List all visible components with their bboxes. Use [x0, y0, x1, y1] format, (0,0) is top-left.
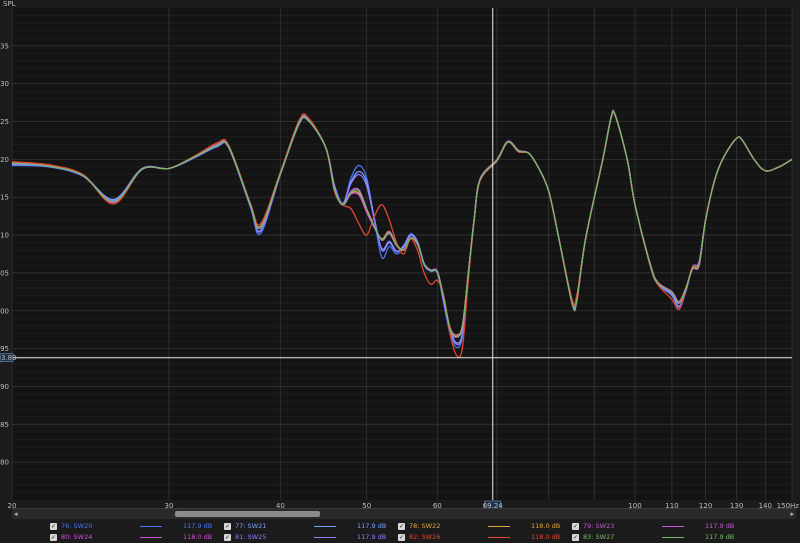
legend-level-value: 118.0 dB	[183, 533, 213, 541]
legend-checkbox[interactable]: ✓	[572, 523, 579, 530]
legend-item[interactable]: ✓ 82: SW26 118.0 dB	[398, 533, 570, 542]
legend-level-value: 117.9 dB	[705, 522, 735, 530]
horizontal-scrollbar[interactable]: ◂ ▸	[12, 508, 796, 519]
legend-item[interactable]: ✓ 76: SW20 117.9 dB	[50, 522, 222, 531]
legend-item[interactable]: ✓ 80: SW24 118.0 dB	[50, 533, 222, 542]
legend-color-swatch	[140, 537, 162, 538]
y-tick-label: 125	[0, 118, 9, 126]
legend-item[interactable]: ✓ 83: SW27 117.9 dB	[572, 533, 744, 542]
y-tick-labels: 80 85 90 95 100 105 110 115 120 125 130 135	[0, 42, 9, 466]
y-tick-label: 110	[0, 232, 9, 240]
legend-checkbox[interactable]: ✓	[50, 523, 57, 530]
y-tick-label: 90	[0, 383, 9, 391]
legend-series-name: 79: SW23	[583, 522, 615, 530]
legend-color-swatch	[314, 537, 336, 538]
legend-level-value: 117.9 dB	[183, 522, 213, 530]
legend-series-name: 80: SW24	[61, 533, 93, 541]
plot-background	[12, 8, 792, 500]
legend-item[interactable]: ✓ 78: SW22 118.0 dB	[398, 522, 570, 531]
legend-series-name: 83: SW27	[583, 533, 615, 541]
y-tick-label: 85	[0, 421, 9, 429]
y-tick-label: 100	[0, 307, 9, 315]
legend-level-value: 117.9 dB	[357, 533, 387, 541]
series-legend: ✓ 76: SW20 117.9 dB ✓ 77: SW21 117.9 dB ✓ 78: S…	[50, 522, 796, 542]
legend-series-name: 81: SW25	[235, 533, 267, 541]
legend-checkbox[interactable]: ✓	[398, 534, 405, 541]
legend-level-value: 118.0 dB	[531, 522, 561, 530]
y-tick-label: 135	[0, 42, 9, 50]
legend-series-name: 78: SW22	[409, 522, 441, 530]
legend-series-name: 76: SW20	[61, 522, 93, 530]
cursor-y-readout: 93.80	[0, 354, 17, 362]
spl-chart: 80859095100105110115120125130135 2030405…	[0, 0, 799, 511]
scroll-thumb[interactable]	[175, 511, 320, 517]
legend-color-swatch	[488, 537, 510, 538]
y-tick-label: 115	[0, 194, 9, 202]
legend-checkbox[interactable]: ✓	[50, 534, 57, 541]
legend-series-name: 82: SW26	[409, 533, 441, 541]
y-tick-label: 120	[0, 156, 9, 164]
y-tick-label: 130	[0, 80, 9, 88]
legend-checkbox[interactable]: ✓	[572, 534, 579, 541]
y-tick-label: 95	[0, 345, 9, 353]
legend-color-swatch	[488, 526, 510, 527]
legend-checkbox[interactable]: ✓	[224, 523, 231, 530]
legend-color-swatch	[662, 526, 684, 527]
legend-level-value: 117.9 dB	[705, 533, 735, 541]
legend-item[interactable]: ✓ 77: SW21 117.9 dB	[224, 522, 396, 531]
legend-color-swatch	[662, 537, 684, 538]
legend-color-swatch	[314, 526, 336, 527]
legend-checkbox[interactable]: ✓	[224, 534, 231, 541]
legend-series-name: 77: SW21	[235, 522, 267, 530]
legend-item[interactable]: ✓ 81: SW25 117.9 dB	[224, 533, 396, 542]
y-tick-label: 80	[0, 459, 9, 467]
legend-item[interactable]: ✓ 79: SW23 117.9 dB	[572, 522, 744, 531]
y-tick-label: 105	[0, 269, 9, 277]
measurement-window: 80859095100105110115120125130135 2030405…	[0, 0, 800, 543]
y-axis-label: SPL	[3, 0, 16, 8]
legend-color-swatch	[140, 526, 162, 527]
scroll-left-arrow-icon[interactable]: ◂	[14, 510, 18, 518]
legend-checkbox[interactable]: ✓	[398, 523, 405, 530]
scroll-right-arrow-icon[interactable]: ▸	[790, 510, 794, 518]
legend-level-value: 117.9 dB	[357, 522, 387, 530]
legend-level-value: 118.0 dB	[531, 533, 561, 541]
